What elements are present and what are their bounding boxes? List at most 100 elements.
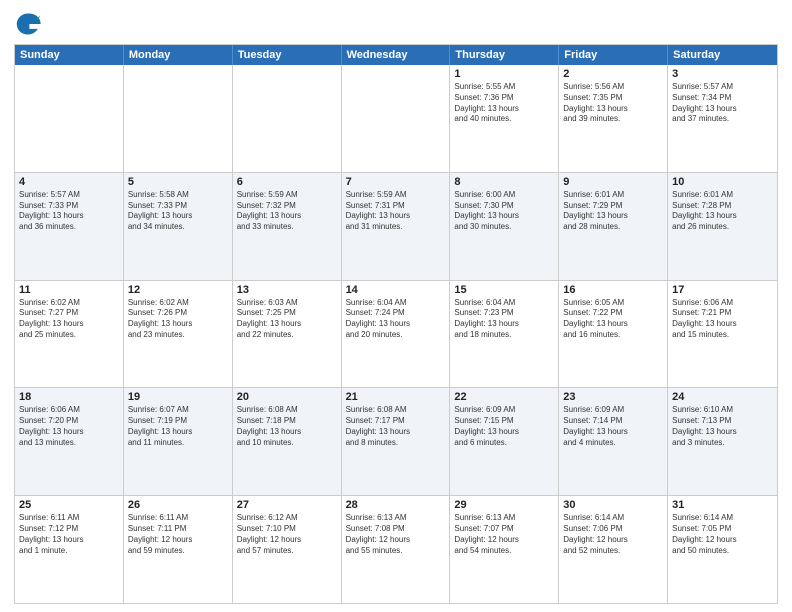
calendar-cell: 11 Sunrise: 6:02 AMSunset: 7:27 PMDayligh… bbox=[15, 281, 124, 388]
calendar-cell: 7 Sunrise: 5:59 AMSunset: 7:31 PMDaylight… bbox=[342, 173, 451, 280]
calendar-cell: 19 Sunrise: 6:07 AMSunset: 7:19 PMDayligh… bbox=[124, 388, 233, 495]
calendar-cell bbox=[124, 65, 233, 172]
calendar-header-wednesday: Wednesday bbox=[342, 45, 451, 65]
day-number: 3 bbox=[672, 68, 773, 80]
day-number: 19 bbox=[128, 391, 228, 403]
calendar-header-thursday: Thursday bbox=[450, 45, 559, 65]
calendar-cell: 31 Sunrise: 6:14 AMSunset: 7:05 PMDayligh… bbox=[668, 496, 777, 603]
day-number: 8 bbox=[454, 176, 554, 188]
calendar-cell: 21 Sunrise: 6:08 AMSunset: 7:17 PMDayligh… bbox=[342, 388, 451, 495]
cell-text: Sunrise: 6:09 AMSunset: 7:14 PMDaylight:… bbox=[563, 405, 663, 448]
calendar-header-row: SundayMondayTuesdayWednesdayThursdayFrid… bbox=[15, 45, 777, 65]
day-number: 7 bbox=[346, 176, 446, 188]
calendar-cell: 22 Sunrise: 6:09 AMSunset: 7:15 PMDayligh… bbox=[450, 388, 559, 495]
calendar-cell bbox=[342, 65, 451, 172]
calendar-cell bbox=[233, 65, 342, 172]
cell-text: Sunrise: 6:06 AMSunset: 7:21 PMDaylight:… bbox=[672, 298, 773, 341]
cell-text: Sunrise: 6:02 AMSunset: 7:27 PMDaylight:… bbox=[19, 298, 119, 341]
cell-text: Sunrise: 6:02 AMSunset: 7:26 PMDaylight:… bbox=[128, 298, 228, 341]
cell-text: Sunrise: 6:03 AMSunset: 7:25 PMDaylight:… bbox=[237, 298, 337, 341]
day-number: 27 bbox=[237, 499, 337, 511]
cell-text: Sunrise: 6:10 AMSunset: 7:13 PMDaylight:… bbox=[672, 405, 773, 448]
cell-text: Sunrise: 6:01 AMSunset: 7:28 PMDaylight:… bbox=[672, 190, 773, 233]
calendar-cell: 13 Sunrise: 6:03 AMSunset: 7:25 PMDayligh… bbox=[233, 281, 342, 388]
calendar-cell: 14Sunrise: 6:04 AMSunset: 7:24 PMDayligh… bbox=[342, 281, 451, 388]
cell-text: Sunrise: 6:06 AMSunset: 7:20 PMDaylight:… bbox=[19, 405, 119, 448]
calendar-row-2: 11 Sunrise: 6:02 AMSunset: 7:27 PMDayligh… bbox=[15, 280, 777, 388]
day-number: 24 bbox=[672, 391, 773, 403]
calendar-cell: 26 Sunrise: 6:11 AMSunset: 7:11 PMDayligh… bbox=[124, 496, 233, 603]
day-number: 26 bbox=[128, 499, 228, 511]
page: SundayMondayTuesdayWednesdayThursdayFrid… bbox=[0, 0, 792, 612]
day-number: 16 bbox=[563, 284, 663, 296]
day-number: 22 bbox=[454, 391, 554, 403]
calendar-cell: 4 Sunrise: 5:57 AMSunset: 7:33 PMDaylight… bbox=[15, 173, 124, 280]
cell-text: Sunrise: 5:56 AMSunset: 7:35 PMDaylight:… bbox=[563, 82, 663, 125]
cell-text: Sunrise: 6:12 AMSunset: 7:10 PMDaylight:… bbox=[237, 513, 337, 556]
day-number: 1 bbox=[454, 68, 554, 80]
calendar-cell bbox=[15, 65, 124, 172]
day-number: 23 bbox=[563, 391, 663, 403]
day-number: 20 bbox=[237, 391, 337, 403]
cell-text: Sunrise: 5:59 AMSunset: 7:31 PMDaylight:… bbox=[346, 190, 446, 233]
calendar-cell: 29 Sunrise: 6:13 AMSunset: 7:07 PMDayligh… bbox=[450, 496, 559, 603]
day-number: 13 bbox=[237, 284, 337, 296]
calendar-cell: 3Sunrise: 5:57 AMSunset: 7:34 PMDaylight… bbox=[668, 65, 777, 172]
day-number: 4 bbox=[19, 176, 119, 188]
day-number: 9 bbox=[563, 176, 663, 188]
day-number: 5 bbox=[128, 176, 228, 188]
calendar-cell: 8 Sunrise: 6:00 AMSunset: 7:30 PMDaylight… bbox=[450, 173, 559, 280]
day-number: 25 bbox=[19, 499, 119, 511]
cell-text: Sunrise: 6:14 AMSunset: 7:05 PMDaylight:… bbox=[672, 513, 773, 556]
calendar-cell: 24 Sunrise: 6:10 AMSunset: 7:13 PMDayligh… bbox=[668, 388, 777, 495]
day-number: 30 bbox=[563, 499, 663, 511]
calendar-cell: 15 Sunrise: 6:04 AMSunset: 7:23 PMDayligh… bbox=[450, 281, 559, 388]
calendar-row-3: 18 Sunrise: 6:06 AMSunset: 7:20 PMDayligh… bbox=[15, 387, 777, 495]
calendar-header-monday: Monday bbox=[124, 45, 233, 65]
day-number: 29 bbox=[454, 499, 554, 511]
day-number: 6 bbox=[237, 176, 337, 188]
day-number: 21 bbox=[346, 391, 446, 403]
logo bbox=[14, 10, 46, 38]
calendar-header-tuesday: Tuesday bbox=[233, 45, 342, 65]
cell-text: Sunrise: 6:07 AMSunset: 7:19 PMDaylight:… bbox=[128, 405, 228, 448]
cell-text: Sunrise: 6:00 AMSunset: 7:30 PMDaylight:… bbox=[454, 190, 554, 233]
calendar: SundayMondayTuesdayWednesdayThursdayFrid… bbox=[14, 44, 778, 604]
calendar-cell: 12 Sunrise: 6:02 AMSunset: 7:26 PMDayligh… bbox=[124, 281, 233, 388]
calendar-header-saturday: Saturday bbox=[668, 45, 777, 65]
day-number: 12 bbox=[128, 284, 228, 296]
day-number: 28 bbox=[346, 499, 446, 511]
calendar-cell: 25 Sunrise: 6:11 AMSunset: 7:12 PMDayligh… bbox=[15, 496, 124, 603]
calendar-cell: 27 Sunrise: 6:12 AMSunset: 7:10 PMDayligh… bbox=[233, 496, 342, 603]
calendar-cell: 5Sunrise: 5:58 AMSunset: 7:33 PMDaylight… bbox=[124, 173, 233, 280]
cell-text: Sunrise: 6:09 AMSunset: 7:15 PMDaylight:… bbox=[454, 405, 554, 448]
day-number: 14 bbox=[346, 284, 446, 296]
cell-text: Sunrise: 6:11 AMSunset: 7:12 PMDaylight:… bbox=[19, 513, 119, 556]
calendar-cell: 17 Sunrise: 6:06 AMSunset: 7:21 PMDayligh… bbox=[668, 281, 777, 388]
calendar-cell: 1 Sunrise: 5:55 AMSunset: 7:36 PMDaylight… bbox=[450, 65, 559, 172]
calendar-cell: 2 Sunrise: 5:56 AMSunset: 7:35 PMDaylight… bbox=[559, 65, 668, 172]
cell-text: Sunrise: 5:59 AMSunset: 7:32 PMDaylight:… bbox=[237, 190, 337, 233]
day-number: 11 bbox=[19, 284, 119, 296]
day-number: 17 bbox=[672, 284, 773, 296]
day-number: 18 bbox=[19, 391, 119, 403]
day-number: 2 bbox=[563, 68, 663, 80]
calendar-cell: 9 Sunrise: 6:01 AMSunset: 7:29 PMDaylight… bbox=[559, 173, 668, 280]
calendar-cell: 23 Sunrise: 6:09 AMSunset: 7:14 PMDayligh… bbox=[559, 388, 668, 495]
cell-text: Sunrise: 5:57 AMSunset: 7:33 PMDaylight:… bbox=[19, 190, 119, 233]
cell-text: Sunrise: 6:01 AMSunset: 7:29 PMDaylight:… bbox=[563, 190, 663, 233]
cell-text: Sunrise: 5:55 AMSunset: 7:36 PMDaylight:… bbox=[454, 82, 554, 125]
cell-text: Sunrise: 6:04 AMSunset: 7:23 PMDaylight:… bbox=[454, 298, 554, 341]
calendar-cell: 18 Sunrise: 6:06 AMSunset: 7:20 PMDayligh… bbox=[15, 388, 124, 495]
cell-text: Sunrise: 6:05 AMSunset: 7:22 PMDaylight:… bbox=[563, 298, 663, 341]
cell-text: Sunrise: 6:08 AMSunset: 7:17 PMDaylight:… bbox=[346, 405, 446, 448]
cell-text: Sunrise: 6:13 AMSunset: 7:07 PMDaylight:… bbox=[454, 513, 554, 556]
cell-text: Sunrise: 6:11 AMSunset: 7:11 PMDaylight:… bbox=[128, 513, 228, 556]
calendar-cell: 16 Sunrise: 6:05 AMSunset: 7:22 PMDayligh… bbox=[559, 281, 668, 388]
day-number: 31 bbox=[672, 499, 773, 511]
day-number: 15 bbox=[454, 284, 554, 296]
calendar-row-0: 1 Sunrise: 5:55 AMSunset: 7:36 PMDaylight… bbox=[15, 65, 777, 172]
calendar-cell: 10Sunrise: 6:01 AMSunset: 7:28 PMDayligh… bbox=[668, 173, 777, 280]
calendar-cell: 6 Sunrise: 5:59 AMSunset: 7:32 PMDaylight… bbox=[233, 173, 342, 280]
calendar-cell: 20Sunrise: 6:08 AMSunset: 7:18 PMDayligh… bbox=[233, 388, 342, 495]
